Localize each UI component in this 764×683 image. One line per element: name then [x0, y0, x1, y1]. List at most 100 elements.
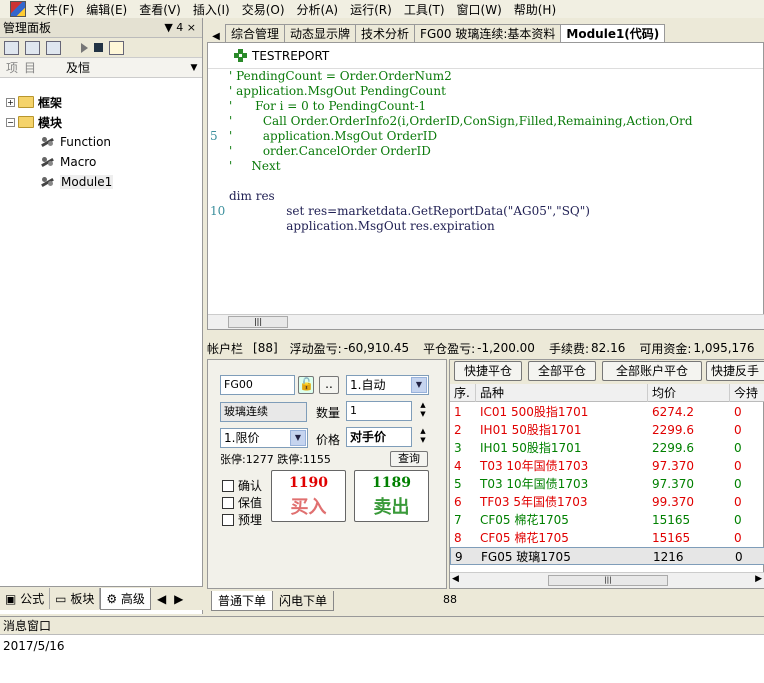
project-combo[interactable]: 项目 及恒 ▼: [0, 58, 202, 78]
code-line[interactable]: dim res: [208, 189, 764, 204]
procedure-selector[interactable]: TESTREPORT: [208, 43, 763, 69]
tab-sector[interactable]: ▭ 板块: [50, 588, 101, 609]
header-index[interactable]: 序.: [450, 384, 476, 402]
table-row[interactable]: 3 IH01 50股指1701 2299.6 0: [450, 439, 764, 457]
scroll-left-icon[interactable]: ◀: [157, 592, 166, 606]
menu-window[interactable]: 窗口(W): [457, 1, 502, 18]
run-icon[interactable]: [81, 42, 88, 53]
chevron-down-icon[interactable]: ▼: [290, 430, 306, 446]
chevron-down-icon[interactable]: ▼: [186, 63, 202, 73]
tab-normal-order[interactable]: 普通下单: [211, 591, 274, 611]
menu-tools[interactable]: 工具(T): [404, 1, 445, 18]
table-row[interactable]: 6 TF03 5年国债1703 99.370 0: [450, 493, 764, 511]
close-all-accounts-button[interactable]: 全部账户平仓: [602, 361, 702, 381]
checkbox-box[interactable]: [222, 513, 234, 526]
table-row[interactable]: 9 FG05 玻璃1705 1216 0: [450, 547, 764, 565]
quick-reverse-button[interactable]: 快捷反手: [706, 361, 764, 381]
header-avg-price[interactable]: 均价: [648, 384, 730, 402]
checkbox-box[interactable]: [222, 479, 234, 492]
price-spinner[interactable]: ▲ ▼: [417, 427, 429, 447]
code-text[interactable]: ' PendingCount = Order.OrderNum2 ' applic…: [208, 69, 764, 314]
close-all-button[interactable]: 全部平仓: [528, 361, 596, 381]
open-close-select[interactable]: 1.自动 ▼: [346, 375, 429, 395]
table-row[interactable]: 1 IC01 500股指1701 6274.2 0: [450, 403, 764, 421]
list-view-icon[interactable]: [25, 40, 40, 55]
app-icon[interactable]: [10, 1, 26, 17]
code-line[interactable]: application.MsgOut res.expiration: [208, 219, 764, 234]
limit-info: 张停:1277 跌停:1155: [220, 453, 331, 466]
scroll-right-icon[interactable]: ▶: [174, 592, 183, 606]
code-hscrollbar[interactable]: |||: [208, 314, 764, 329]
tab-module1-code[interactable]: Module1(代码): [560, 24, 666, 42]
tab-tech-analysis[interactable]: 技术分析: [355, 24, 416, 42]
tree-node-module1[interactable]: Module1: [0, 172, 200, 192]
header-today-hold[interactable]: 今持: [730, 384, 764, 402]
code-line[interactable]: ' PendingCount = Order.OrderNum2: [208, 69, 764, 84]
menu-view[interactable]: 查看(V): [139, 1, 181, 18]
tree-node-module[interactable]: − 模块: [0, 112, 200, 132]
menu-trade[interactable]: 交易(O): [242, 1, 285, 18]
stop-icon[interactable]: [94, 43, 103, 52]
contract-browse-button[interactable]: ..: [319, 376, 339, 394]
code-line[interactable]: ' application.MsgOut PendingCount: [208, 84, 764, 99]
tab-scroll-left-icon[interactable]: ◀: [207, 31, 225, 42]
price-type-select[interactable]: 1.限价 ▼: [220, 428, 308, 448]
tree-node-macro[interactable]: Macro: [0, 152, 200, 172]
tab-fg00-info[interactable]: FG00 玻璃连续:基本资料: [414, 24, 562, 42]
scroll-left-icon[interactable]: ◀: [452, 574, 459, 584]
tab-overview[interactable]: 综合管理: [225, 24, 286, 42]
grid-view-icon[interactable]: [4, 40, 19, 55]
menu-file[interactable]: 文件(F): [34, 1, 74, 18]
quick-close-button[interactable]: 快捷平仓: [454, 361, 522, 381]
tab-flash-order[interactable]: 闪电下单: [272, 591, 335, 611]
copy-icon[interactable]: [109, 40, 124, 55]
price-input[interactable]: 对手价: [346, 427, 412, 447]
table-row[interactable]: 8 CF05 棉花1705 15165 0: [450, 529, 764, 547]
chevron-down-icon[interactable]: ▼: [411, 377, 427, 393]
code-line[interactable]: ' Next: [208, 159, 764, 174]
tab-dynamic-board[interactable]: 动态显示牌: [284, 24, 357, 42]
grid-hscrollbar[interactable]: ◀ ||| ▶: [450, 572, 764, 588]
confirm-checkbox[interactable]: 确认: [222, 477, 262, 494]
code-line[interactable]: ' order.CancelOrder OrderID: [208, 144, 764, 159]
buy-button[interactable]: 1190 买入: [271, 470, 346, 522]
avail-label: 可用资金:: [639, 341, 692, 356]
sell-button[interactable]: 1189 卖出: [354, 470, 429, 522]
checkbox-box[interactable]: [222, 496, 234, 509]
scroll-thumb[interactable]: |||: [548, 575, 668, 586]
tab-advanced[interactable]: ⚙ 高级: [100, 587, 151, 610]
menu-run[interactable]: 运行(R): [350, 1, 392, 18]
scroll-thumb[interactable]: |||: [228, 316, 288, 328]
lock-icon[interactable]: 🔓: [298, 376, 314, 394]
table-row[interactable]: 7 CF05 棉花1705 15165 0: [450, 511, 764, 529]
save-icon[interactable]: [46, 40, 61, 55]
table-row[interactable]: 2 IH01 50股指1701 2299.6 0: [450, 421, 764, 439]
panel-controls[interactable]: ▼ 4 ×: [164, 21, 196, 34]
collapse-icon[interactable]: −: [6, 117, 15, 127]
code-line[interactable]: 10 set res=marketdata.GetReportData("AG0…: [208, 204, 764, 219]
contract-code-input[interactable]: FG00: [220, 375, 295, 395]
menu-insert[interactable]: 插入(I): [193, 1, 230, 18]
preorder-checkbox[interactable]: 预埋: [222, 511, 262, 528]
query-button[interactable]: 查询: [390, 451, 428, 467]
code-line[interactable]: ' For i = 0 to PendingCount-1: [208, 99, 764, 114]
code-editor[interactable]: TESTREPORT ' PendingCount = Order.OrderN…: [207, 42, 764, 330]
tab-formula[interactable]: ▣ 公式: [0, 588, 51, 609]
code-line[interactable]: [208, 174, 764, 189]
header-symbol[interactable]: 品种: [476, 384, 648, 402]
tree-node-function[interactable]: Function: [0, 132, 200, 152]
tree-node-frame[interactable]: + 框架: [0, 92, 200, 112]
code-line[interactable]: 5 ' application.MsgOut OrderID: [208, 129, 764, 144]
expand-icon[interactable]: +: [6, 97, 15, 107]
message-window-body[interactable]: 2017/5/16: [0, 634, 764, 683]
menu-analysis[interactable]: 分析(A): [297, 1, 339, 18]
hedge-checkbox[interactable]: 保值: [222, 494, 262, 511]
menu-help[interactable]: 帮助(H): [514, 1, 556, 18]
qty-spinner[interactable]: ▲ ▼: [417, 401, 429, 421]
code-line[interactable]: ' Call Order.OrderInfo2(i,OrderID,ConSig…: [208, 114, 764, 129]
qty-input[interactable]: 1: [346, 401, 412, 421]
scroll-right-icon[interactable]: ▶: [755, 574, 762, 584]
table-row[interactable]: 4 T03 10年国债1703 97.370 0: [450, 457, 764, 475]
menu-edit[interactable]: 编辑(E): [86, 1, 127, 18]
table-row[interactable]: 5 T03 10年国债1703 97.370 0: [450, 475, 764, 493]
